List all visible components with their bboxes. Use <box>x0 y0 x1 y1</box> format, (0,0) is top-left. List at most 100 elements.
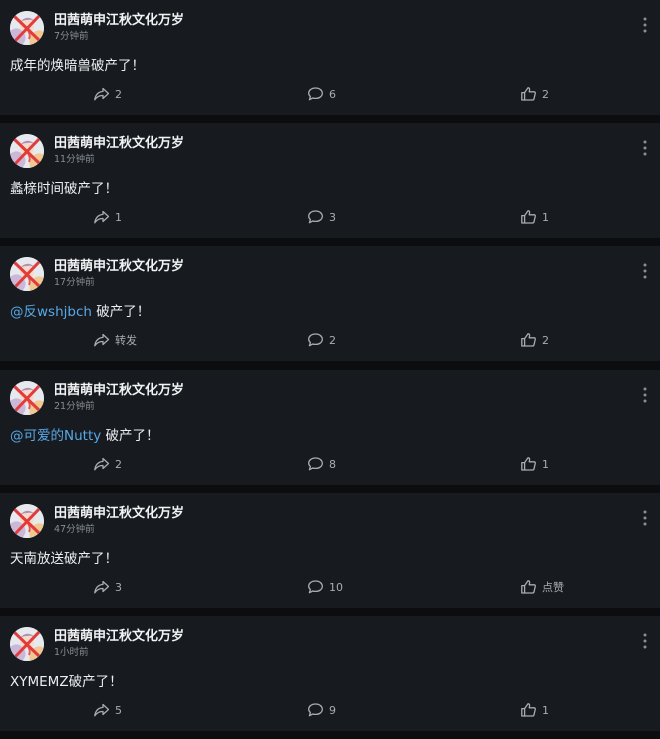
post-time: 17分钟前 <box>54 277 95 288</box>
post-card[interactable]: 田茜萌申江秋文化万岁 21分钟前 @可爱的Nutty 破产了！ 2 8 1 <box>0 370 660 485</box>
post-time: 21分钟前 <box>54 401 95 412</box>
share-button[interactable]: 1 <box>93 207 122 227</box>
post-text: @可爱的Nutty 破产了！ <box>10 424 160 444</box>
post-body: 破产了！ <box>91 304 151 320</box>
avatar[interactable] <box>10 257 44 291</box>
username[interactable]: 田茜萌申江秋文化万岁 <box>54 625 184 644</box>
like-button[interactable]: 1 <box>520 207 549 227</box>
post-body: XYMEMZ破产了！ <box>10 674 123 690</box>
comment-button[interactable]: 6 <box>307 84 336 104</box>
like-count: 点赞 <box>542 581 564 594</box>
more-vertical-icon[interactable] <box>642 139 648 157</box>
more-vertical-icon[interactable] <box>642 16 648 34</box>
share-arrow-icon <box>94 580 110 594</box>
comment-button[interactable]: 2 <box>307 330 336 350</box>
more-vertical-icon[interactable] <box>642 509 648 527</box>
username[interactable]: 田茜萌申江秋文化万岁 <box>54 9 184 28</box>
comment-bubble-icon <box>308 333 323 347</box>
comment-bubble-icon <box>308 87 323 101</box>
thumbs-up-icon <box>521 703 536 717</box>
share-arrow-icon <box>94 87 110 101</box>
post-card[interactable]: 田茜萌申江秋文化万岁 1小时前 XYMEMZ破产了！ 5 9 1 <box>0 616 660 731</box>
post-actions: 转发 2 2 <box>0 330 660 350</box>
username[interactable]: 田茜萌申江秋文化万岁 <box>54 132 184 151</box>
mention-link[interactable]: @反wshjbch <box>10 304 92 320</box>
post-text: 蠡榇时间破产了！ <box>10 177 118 197</box>
post-body: 成年的焕暗兽破产了！ <box>10 58 145 74</box>
comment-button[interactable]: 9 <box>307 700 336 720</box>
share-arrow-icon <box>94 333 110 347</box>
avatar-image <box>10 11 44 45</box>
avatar-image <box>10 134 44 168</box>
comment-count: 9 <box>329 703 336 717</box>
like-count: 2 <box>542 87 549 101</box>
share-button[interactable]: 2 <box>93 454 122 474</box>
share-arrow-icon <box>94 703 110 717</box>
share-count: 5 <box>115 703 122 717</box>
comment-count: 2 <box>329 333 336 347</box>
like-count: 1 <box>542 703 549 717</box>
more-vertical-icon[interactable] <box>642 386 648 404</box>
username[interactable]: 田茜萌申江秋文化万岁 <box>54 502 184 521</box>
like-count: 1 <box>542 210 549 224</box>
mention-link[interactable]: @可爱的Nutty <box>10 428 101 444</box>
comment-count: 3 <box>329 210 336 224</box>
post-card[interactable]: 田茜萌申江秋文化万岁 47分钟前 天南放送破产了！ 3 10 点赞 <box>0 493 660 608</box>
share-button[interactable]: 5 <box>93 700 122 720</box>
username[interactable]: 田茜萌申江秋文化万岁 <box>54 379 184 398</box>
avatar[interactable] <box>10 627 44 661</box>
comment-button[interactable]: 8 <box>307 454 336 474</box>
comment-bubble-icon <box>308 580 323 594</box>
like-count: 1 <box>542 457 549 471</box>
share-arrow-icon <box>94 210 110 224</box>
thumbs-up-icon <box>521 457 536 471</box>
thumbs-up-icon <box>521 210 536 224</box>
comment-bubble-icon <box>308 703 323 717</box>
post-feed: 田茜萌申江秋文化万岁 7分钟前 成年的焕暗兽破产了！ 2 6 2 田茜萌申江秋文… <box>0 0 660 739</box>
post-time: 47分钟前 <box>54 524 95 535</box>
post-time: 7分钟前 <box>54 31 89 42</box>
post-actions: 3 10 点赞 <box>0 577 660 597</box>
avatar[interactable] <box>10 11 44 45</box>
post-card[interactable]: 田茜萌申江秋文化万岁 7分钟前 成年的焕暗兽破产了！ 2 6 2 <box>0 0 660 115</box>
like-button[interactable]: 点赞 <box>520 577 564 597</box>
post-text: XYMEMZ破产了！ <box>10 670 123 690</box>
like-button[interactable]: 2 <box>520 330 549 350</box>
avatar[interactable] <box>10 381 44 415</box>
avatar[interactable] <box>10 504 44 538</box>
avatar-image <box>10 627 44 661</box>
avatar[interactable] <box>10 134 44 168</box>
post-body: 破产了！ <box>101 428 160 444</box>
share-count: 3 <box>115 580 122 594</box>
like-button[interactable]: 1 <box>520 454 549 474</box>
post-card[interactable]: 田茜萌申江秋文化万岁 17分钟前 @反wshjbch 破产了！ 转发 2 2 <box>0 246 660 361</box>
comment-bubble-icon <box>308 457 323 471</box>
avatar-image <box>10 381 44 415</box>
like-button[interactable]: 1 <box>520 700 549 720</box>
share-button[interactable]: 2 <box>93 84 122 104</box>
comment-button[interactable]: 3 <box>307 207 336 227</box>
share-count: 2 <box>115 457 122 471</box>
like-count: 2 <box>542 333 549 347</box>
post-body: 蠡榇时间破产了！ <box>10 181 118 197</box>
thumbs-up-icon <box>521 580 536 594</box>
comment-button[interactable]: 10 <box>307 577 343 597</box>
post-card[interactable]: 田茜萌申江秋文化万岁 11分钟前 蠡榇时间破产了！ 1 3 1 <box>0 123 660 238</box>
post-text: @反wshjbch 破产了！ <box>10 300 150 320</box>
comment-count: 6 <box>329 87 336 101</box>
post-actions: 5 9 1 <box>0 700 660 720</box>
more-vertical-icon[interactable] <box>642 262 648 280</box>
more-vertical-icon[interactable] <box>642 632 648 650</box>
share-button[interactable]: 3 <box>93 577 122 597</box>
username[interactable]: 田茜萌申江秋文化万岁 <box>54 255 184 274</box>
comment-bubble-icon <box>308 210 323 224</box>
share-count: 1 <box>115 210 122 224</box>
like-button[interactable]: 2 <box>520 84 549 104</box>
post-actions: 2 8 1 <box>0 454 660 474</box>
post-actions: 1 3 1 <box>0 207 660 227</box>
share-button[interactable]: 转发 <box>93 330 137 350</box>
post-time: 1小时前 <box>54 647 89 658</box>
comment-count: 10 <box>329 580 343 594</box>
share-arrow-icon <box>94 457 110 471</box>
share-count: 2 <box>115 87 122 101</box>
